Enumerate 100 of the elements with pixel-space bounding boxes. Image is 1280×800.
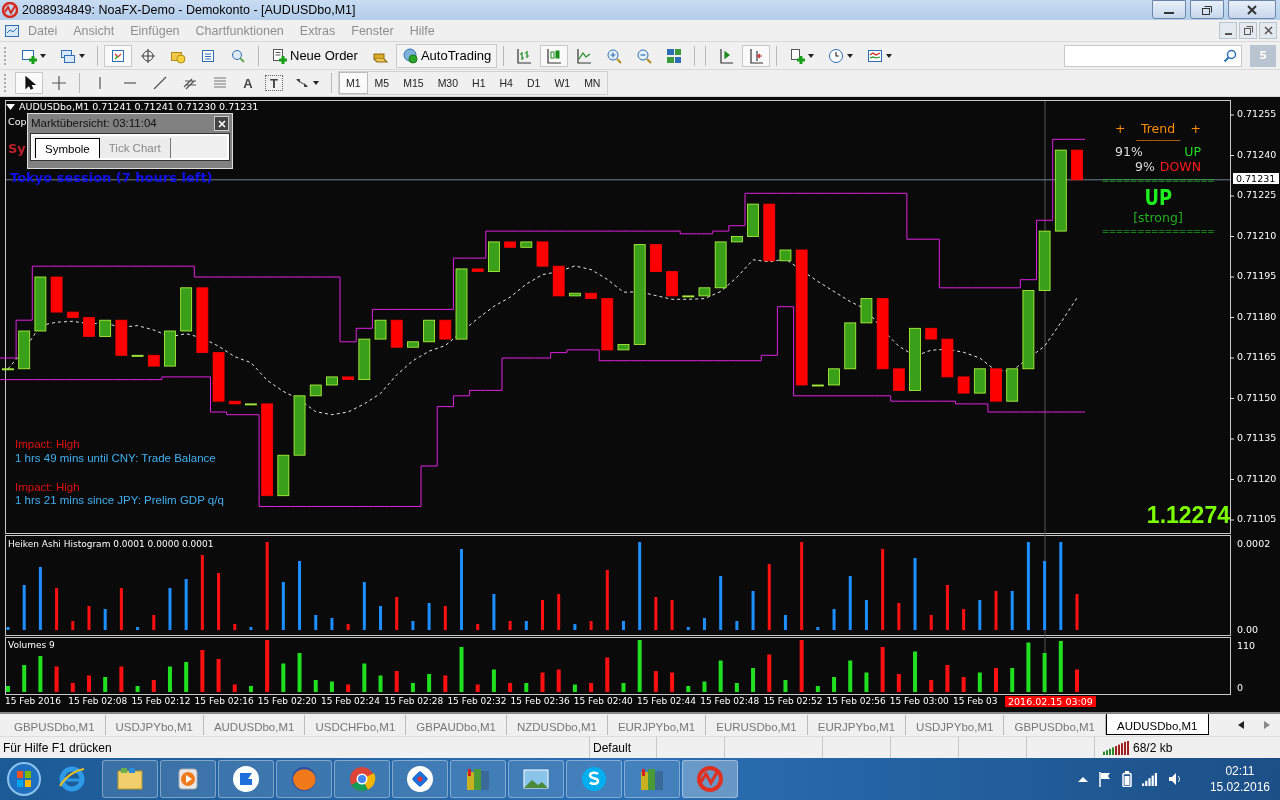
- close-button[interactable]: [214, 116, 229, 131]
- restore-button[interactable]: [1190, 0, 1224, 19]
- document-plus-icon: [271, 47, 287, 64]
- caret-icon[interactable]: [313, 81, 319, 85]
- timeframe-button[interactable]: W1: [547, 72, 578, 94]
- show-hidden-icon[interactable]: [1077, 776, 1088, 782]
- dropdown-triangle-icon[interactable]: [6, 103, 15, 110]
- restore-button[interactable]: [1239, 22, 1257, 39]
- chat-app-icon[interactable]: [579, 764, 609, 794]
- price-tick: 0.71180: [1237, 310, 1277, 322]
- speaker-icon[interactable]: [1167, 772, 1182, 786]
- zoom-in-icon[interactable]: [606, 47, 623, 64]
- chart-tab[interactable]: AUDUSDbo,M1: [203, 715, 306, 735]
- clock-icon[interactable]: [828, 47, 845, 64]
- minimize-button[interactable]: [1219, 22, 1237, 39]
- chart-window-icon[interactable]: [110, 47, 126, 64]
- bar-chart-icon[interactable]: [516, 47, 533, 64]
- caret-icon[interactable]: [40, 53, 46, 58]
- label-tool[interactable]: T: [262, 72, 286, 94]
- panel-tab[interactable]: Symbole: [35, 138, 100, 158]
- zoom-out-icon[interactable]: [636, 47, 653, 64]
- scroll-left-icon[interactable]: [1238, 721, 1244, 729]
- fox-browser-icon[interactable]: [289, 764, 319, 794]
- new-chart-icon[interactable]: [21, 47, 37, 64]
- chart-tab[interactable]: GBPUSDbo,M1: [1004, 715, 1106, 735]
- new-order-button[interactable]: Neue Order: [265, 43, 364, 68]
- battery-icon[interactable]: [1121, 771, 1132, 787]
- app-icon[interactable]: [405, 764, 435, 794]
- template-icon[interactable]: [867, 47, 884, 64]
- chart-tab[interactable]: GBPUSDbo,M1: [4, 715, 106, 735]
- chart-tab[interactable]: NZDUSDbo,M1: [507, 715, 608, 735]
- trend-label: UP: [1184, 144, 1201, 160]
- chart-window-icon[interactable]: [4, 22, 20, 39]
- news-text: 1 hrs 49 mins until CNY: Trade Balance: [15, 451, 217, 466]
- dashed-separator: ----------------: [1136, 136, 1180, 145]
- close-button[interactable]: [1228, 0, 1276, 19]
- windows-icon[interactable]: [60, 47, 76, 64]
- percent-value: 91%: [1115, 144, 1143, 160]
- plus-marker: +: [1115, 121, 1126, 136]
- percent-value: 9%: [1134, 159, 1155, 175]
- clock-date[interactable]: 15.02.2016: [1209, 779, 1270, 796]
- timeframe-button[interactable]: H1: [465, 72, 493, 94]
- timeframe-button[interactable]: M1: [339, 72, 368, 94]
- autoscroll-icon[interactable]: [718, 47, 735, 64]
- menu-item[interactable]: Datei: [20, 23, 66, 38]
- price-tick: 0.71210: [1237, 229, 1277, 241]
- chart-tab[interactable]: AUDUSDbo,M1: [1105, 714, 1209, 735]
- timeframe-button[interactable]: M30: [430, 72, 466, 94]
- menu-item[interactable]: Extras: [291, 23, 344, 38]
- signal-icon[interactable]: [1141, 772, 1158, 786]
- timeframe-button[interactable]: D1: [519, 72, 548, 94]
- timeframe-button[interactable]: MN: [577, 72, 608, 94]
- panel-tab[interactable]: Tick Chart: [99, 138, 171, 158]
- timeframe-button[interactable]: M15: [396, 72, 431, 94]
- tile-windows-icon[interactable]: [666, 47, 683, 64]
- start-button[interactable]: [6, 761, 42, 797]
- flag-icon[interactable]: [1097, 771, 1112, 787]
- chart-tab[interactable]: EURJPYbo,M1: [607, 715, 707, 735]
- browser-icon[interactable]: [57, 764, 87, 794]
- scroll-right-icon[interactable]: [1264, 721, 1270, 729]
- indicator-label: Volumes 9: [8, 640, 55, 651]
- text-tool[interactable]: A: [236, 72, 260, 94]
- price-tick: 0.71255: [1237, 108, 1277, 120]
- chart-tab[interactable]: USDCHFbo,M1: [305, 715, 407, 735]
- chrome-browser-icon[interactable]: [347, 764, 377, 794]
- list-icon[interactable]: [200, 47, 216, 64]
- menu-item[interactable]: Einfügen: [122, 23, 188, 38]
- caret-icon[interactable]: [847, 53, 854, 58]
- add-indicator-icon[interactable]: [789, 47, 806, 64]
- close-button[interactable]: [1259, 22, 1277, 39]
- crosshair-icon[interactable]: [51, 75, 67, 91]
- chart-shift-icon[interactable]: [748, 47, 765, 64]
- candlestick-icon[interactable]: [546, 47, 563, 64]
- autotrading-button[interactable]: AutoTrading: [395, 43, 498, 68]
- magnifier-icon[interactable]: [230, 47, 246, 64]
- search-icon[interactable]: [1223, 48, 1237, 63]
- menu-item[interactable]: Ansicht: [65, 23, 123, 38]
- chart-tab[interactable]: USDJPYbo,M1: [105, 715, 204, 735]
- chart-tab[interactable]: EURJPYbo,M1: [807, 715, 907, 735]
- caret-icon[interactable]: [79, 53, 85, 58]
- minimize-button[interactable]: [1152, 0, 1186, 19]
- chart-tab[interactable]: GBPAUDbo,M1: [406, 715, 507, 735]
- timeframe-button[interactable]: H4: [492, 72, 520, 94]
- menu-item[interactable]: Fenster: [343, 23, 402, 38]
- line-chart-icon[interactable]: [576, 47, 593, 64]
- clock-time[interactable]: 02:11: [1225, 762, 1255, 779]
- timeframe-button[interactable]: M5: [367, 72, 397, 94]
- menu-item[interactable]: Chartfunktionen: [187, 23, 292, 38]
- folder-icon[interactable]: [115, 765, 145, 793]
- trend-line-icon[interactable]: [152, 75, 168, 91]
- chart-tab[interactable]: EURUSDbo,M1: [706, 715, 808, 735]
- search-field[interactable]: [1064, 44, 1242, 67]
- time-tick: 15 Feb 02:52: [763, 696, 823, 707]
- app-icon[interactable]: [231, 764, 261, 794]
- caret-icon[interactable]: [808, 53, 815, 58]
- menu-item[interactable]: Hilfe: [401, 23, 443, 38]
- caret-icon[interactable]: [886, 53, 893, 58]
- crosshair-icon[interactable]: [140, 47, 156, 64]
- chart-tab[interactable]: USDJPYbo,M1: [906, 715, 1005, 735]
- time-tick: 15 Feb 02:08: [68, 696, 128, 707]
